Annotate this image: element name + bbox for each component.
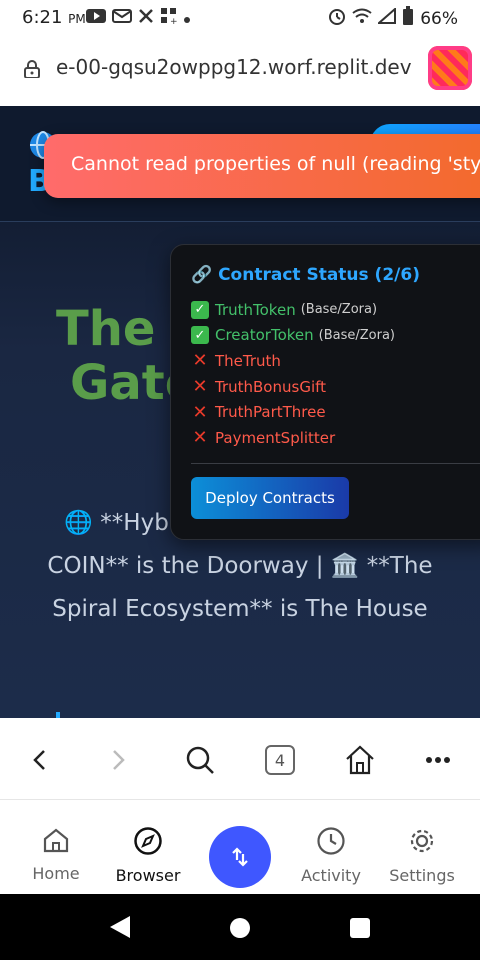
status-bar: 6:21 PM + 66% [0,0,480,34]
clock: 6:21 PM [22,7,86,28]
system-nav-bar [0,894,480,960]
more-dots-icon [426,757,450,763]
dot-icon [184,9,190,27]
error-toast-message: Cannot read properties of null (reading … [71,153,480,175]
tab-browser[interactable]: Browser [103,826,193,885]
gear-icon [410,829,434,853]
browser-toolbar: 4 [0,718,480,800]
contract-item: ✕ TheTruth [191,348,395,374]
contract-name: TruthPartThree [215,403,326,422]
check-icon: ✓ [191,300,209,319]
deploy-contracts-button[interactable]: Deploy Contracts [191,477,349,519]
chevron-right-icon [113,750,125,770]
contract-item: ✓ TruthToken (Base/Zora) [191,297,395,323]
forward-button[interactable] [100,742,136,778]
home-icon [43,828,69,853]
chevron-left-icon [33,750,45,770]
contract-network: (Base/Zora) [300,302,378,318]
transfer-button[interactable] [209,826,271,888]
search-icon [186,746,214,774]
clock-time: 6:21 [22,7,63,28]
app-bottom-nav: Home Browser Activity Settings [0,800,480,894]
cross-icon: ✕ [192,427,208,449]
system-home-icon[interactable] [230,918,250,938]
battery-percent: 66% [420,8,458,29]
battery-icon [402,6,414,31]
clock-ampm: PM [68,12,86,26]
url-text[interactable]: e-00-gqsu2owppg12.worf.replit.dev [56,55,412,79]
tab-activity[interactable]: Activity [286,826,376,885]
site-favicon-icon[interactable] [428,46,472,90]
alarm-icon [328,7,346,30]
contract-network: (Base/Zora) [318,327,395,343]
cross-icon: ✕ [192,401,208,423]
cross-icon: ✕ [192,376,208,398]
panel-divider [191,463,480,464]
youtube-icon [86,9,106,27]
address-bar[interactable]: e-00-gqsu2owppg12.worf.replit.dev [0,34,480,106]
contract-item: ✕ PaymentSplitter [191,425,395,451]
tab-home[interactable]: Home [11,826,101,883]
tabs-button[interactable]: 4 [262,742,298,778]
system-back-icon[interactable] [110,916,130,938]
svg-text:+: + [170,17,178,25]
more-button[interactable] [420,742,456,778]
mail-icon [112,9,132,27]
contract-item: ✓ CreatorToken (Base/Zora) [191,323,395,349]
contract-name: CreatorToken [215,326,314,345]
contract-status-title: 🔗 Contract Status (2/6) [191,265,420,285]
notification-icons: + [86,7,190,29]
tabs-count: 4 [265,745,295,775]
error-toast[interactable]: Cannot read properties of null (reading … [44,134,480,198]
apps-icon: + [160,7,178,29]
contract-name: TruthToken [215,300,296,319]
contract-item: ✕ TruthPartThree [191,399,395,425]
home-button[interactable] [342,742,378,778]
check-icon: ✓ [191,326,209,345]
compass-icon [134,827,162,855]
home-icon [346,745,374,775]
contract-status-panel: 🔗 Contract Status (2/6) ✓ TruthToken (Base… [170,244,480,540]
wifi-icon [352,8,372,29]
contract-item: ✕ TruthBonusGift [191,374,395,400]
tab-settings[interactable]: Settings [377,826,467,885]
tab-activity-label: Activity [301,866,361,885]
tab-home-label: Home [32,864,80,883]
contract-name: PaymentSplitter [215,428,336,447]
tab-settings-label: Settings [389,866,455,885]
signal-icon [376,6,397,29]
system-recents-icon[interactable] [350,918,370,938]
cross-icon: ✕ [192,350,208,372]
system-icons: 66% [328,6,458,31]
tab-browser-label: Browser [115,866,181,885]
lock-icon [24,60,40,79]
contract-name: TheTruth [215,351,281,370]
clock-icon [317,827,345,855]
back-button[interactable] [22,742,58,778]
swap-arrows-icon [232,847,248,867]
search-button[interactable] [182,742,218,778]
x-icon [138,8,154,28]
contract-list: ✓ TruthToken (Base/Zora) ✓ CreatorToken (Base… [191,297,395,451]
contract-name: TruthBonusGift [215,377,327,396]
